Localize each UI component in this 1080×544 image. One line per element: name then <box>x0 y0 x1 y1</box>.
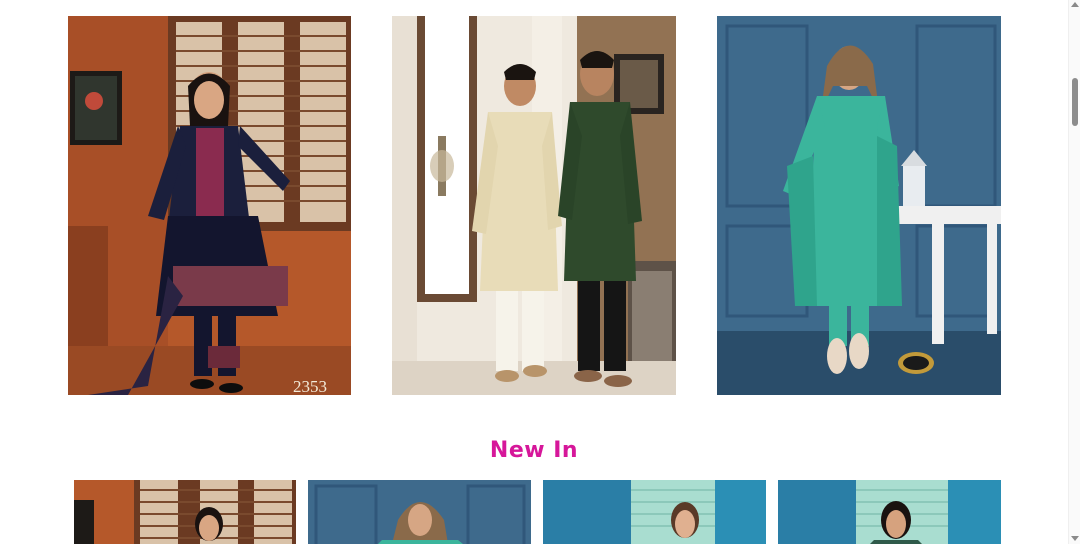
product-image-girl-suit[interactable]: 2353 <box>68 16 351 395</box>
scroll-up-arrow-icon[interactable] <box>1071 2 1079 7</box>
product-image-teal-suit[interactable] <box>717 16 1001 395</box>
scrollbar-thumb[interactable] <box>1072 78 1078 126</box>
new-in-heading: New In <box>489 438 579 463</box>
new-in-product-image[interactable] <box>543 480 766 544</box>
vertical-scrollbar[interactable] <box>1068 0 1080 544</box>
new-in-product-image[interactable] <box>74 480 296 544</box>
product-image-men-kurta[interactable] <box>392 16 676 395</box>
scroll-down-arrow-icon[interactable] <box>1071 536 1079 541</box>
new-in-product-image[interactable] <box>308 480 531 544</box>
sku-label: 2353 <box>293 377 327 395</box>
new-in-product-image[interactable] <box>778 480 1001 544</box>
